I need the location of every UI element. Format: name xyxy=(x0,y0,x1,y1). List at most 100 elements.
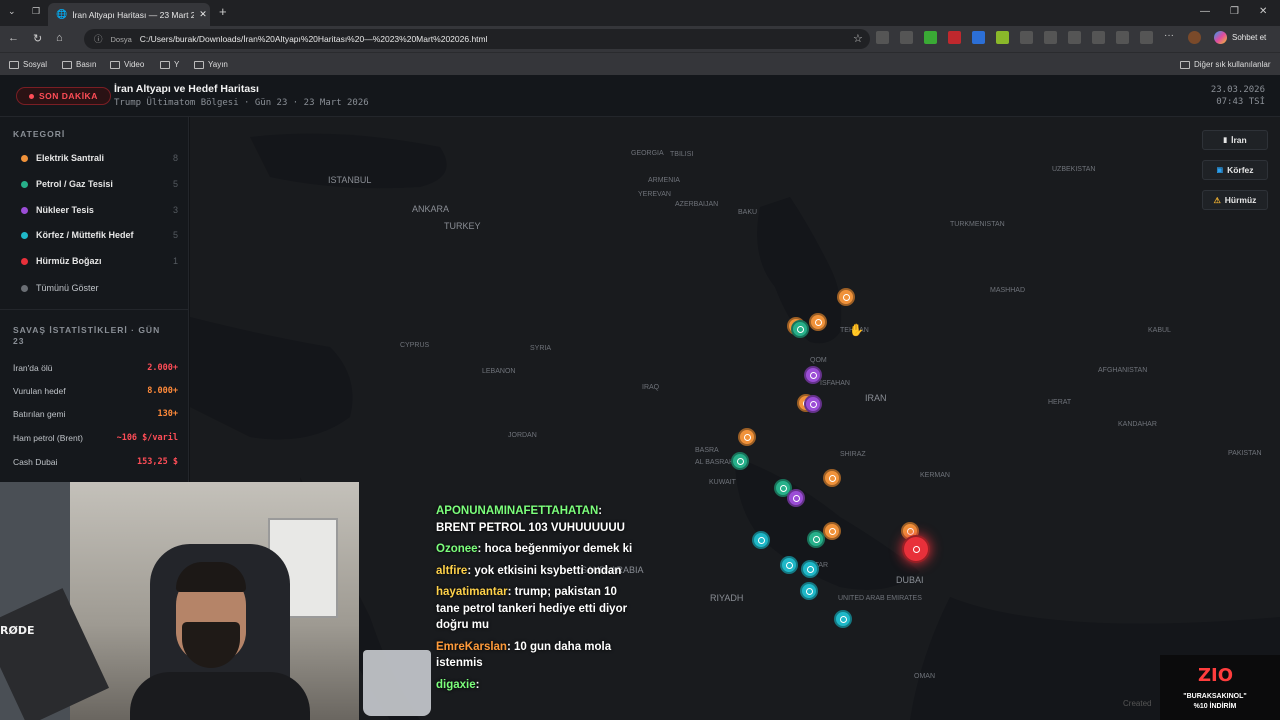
power-plant-marker[interactable] xyxy=(809,313,827,331)
zoom-iran-button[interactable]: ▮ İran xyxy=(1202,130,1268,150)
map-label-qom: QOM xyxy=(810,357,827,364)
power-plant-marker[interactable] xyxy=(823,469,841,487)
category-count: 5 xyxy=(172,230,178,240)
new-tab-icon[interactable]: + xyxy=(219,4,227,19)
extension-icon[interactable] xyxy=(900,31,913,44)
chat-username: digaxie xyxy=(436,678,476,691)
chat-message: Ozonee: hoca beğenmiyor demek ki xyxy=(436,543,633,555)
power-plant-marker[interactable] xyxy=(823,522,841,540)
stat-label: Vurulan hedef xyxy=(13,386,66,396)
nuclear-marker[interactable] xyxy=(804,395,822,413)
category-count: 8 xyxy=(172,153,178,163)
gulf-ally-marker[interactable] xyxy=(800,582,818,600)
extension-icon[interactable] xyxy=(1068,31,1081,44)
category-label: Nükleer Tesis xyxy=(36,205,94,215)
mediterranean-sea xyxy=(190,317,353,440)
gulf-ally-marker[interactable] xyxy=(834,610,852,628)
url-field[interactable]: ⓘ Dosya C:/Users/burak/Downloads/İran%20… xyxy=(84,29,870,49)
map-label-kandahar: KANDAHAR xyxy=(1118,421,1157,428)
folder-icon xyxy=(1180,60,1190,69)
extension-icon[interactable] xyxy=(996,31,1009,44)
category-label: Hürmüz Boğazı xyxy=(36,256,102,266)
bookmarks-bar: Sosyal Basın Video Y Yayın Diğer sık kul… xyxy=(0,52,1280,75)
category-dot-icon xyxy=(21,206,28,214)
address-bar-row: ← ↻ ⌂ ⓘ Dosya C:/Users/burak/Downloads/İ… xyxy=(0,26,1280,52)
favorite-star-icon[interactable]: ☆ xyxy=(853,32,863,45)
stat-value: 2.000+ xyxy=(147,363,178,373)
show-all-button[interactable]: Tümünü Göster xyxy=(13,283,178,293)
map-label-isfahan: ISFAHAN xyxy=(820,380,850,387)
oil-gas-marker[interactable] xyxy=(731,452,749,470)
created-label: Created xyxy=(1123,699,1152,708)
back-icon[interactable]: ← xyxy=(8,32,19,44)
hormuz-marker[interactable] xyxy=(902,535,930,563)
browser-tab[interactable]: 🌐 İran Altyapı Haritası — 23 Mart 2026 ✕ xyxy=(48,3,210,26)
chat-message: digaxie: xyxy=(436,678,480,691)
extension-icon[interactable] xyxy=(972,31,985,44)
nuclear-marker[interactable] xyxy=(787,489,805,507)
zoom-gulf-button[interactable]: ▣ Körfez xyxy=(1202,160,1268,180)
folder-icon xyxy=(110,60,120,69)
chat-username: altfire xyxy=(436,564,468,577)
category-count: 5 xyxy=(172,179,178,189)
map-label-herat: HERAT xyxy=(1048,399,1072,406)
category-count: 1 xyxy=(172,256,178,266)
stat-value: 153,25 $ xyxy=(137,457,178,467)
home-icon[interactable]: ⌂ xyxy=(56,32,63,44)
power-plant-marker[interactable] xyxy=(837,288,855,306)
category-oil-gas[interactable]: Petrol / Gaz Tesisi 5 xyxy=(13,179,178,189)
show-all-label: Tümünü Göster xyxy=(36,283,99,293)
extension-icon[interactable] xyxy=(948,31,961,44)
bookmark-folder[interactable]: Sosyal xyxy=(9,60,47,69)
gulf-ally-marker[interactable] xyxy=(752,531,770,549)
bookmark-folder[interactable]: Video xyxy=(110,60,144,69)
stat-value: 8.000+ xyxy=(147,386,178,396)
bookmark-folder[interactable]: Yayın xyxy=(194,60,228,69)
zoom-hormuz-button[interactable]: ⚠ Hürmüz xyxy=(1202,190,1268,210)
page-title: İran Altyapı ve Hedef Haritası xyxy=(114,83,259,95)
favorites-icon[interactable] xyxy=(1092,31,1105,44)
copilot-label: Sohbet et xyxy=(1232,33,1267,42)
maximize-icon[interactable]: ❐ xyxy=(1230,6,1239,17)
stat-row: İran'da ölü 2.000+ xyxy=(13,363,178,373)
gulf-ally-marker[interactable] xyxy=(780,556,798,574)
more-icon[interactable]: ··· xyxy=(1164,31,1177,44)
stat-label: İran'da ölü xyxy=(13,363,53,373)
close-window-icon[interactable]: ✕ xyxy=(1259,6,1267,17)
extension-icon[interactable] xyxy=(1116,31,1129,44)
bookmark-folder[interactable]: Y xyxy=(160,60,179,69)
copilot-button[interactable]: Sohbet et xyxy=(1214,31,1266,44)
date-time: 23.03.2026 07:43 TSİ xyxy=(1211,84,1265,108)
extension-icon[interactable] xyxy=(1020,31,1033,44)
gulf-ally-marker[interactable] xyxy=(801,560,819,578)
map-label-syria: SYRIA xyxy=(530,345,552,352)
tab-actions-icon[interactable]: ⌄ xyxy=(8,6,16,17)
extension-icon[interactable] xyxy=(1140,31,1153,44)
minimize-icon[interactable]: — xyxy=(1200,6,1210,17)
category-nuclear[interactable]: Nükleer Tesis 3 xyxy=(13,205,178,215)
close-tab-icon[interactable]: ✕ xyxy=(199,9,207,20)
category-gulf-ally[interactable]: Körfez / Müttefik Hedef 5 xyxy=(13,230,178,240)
oil-gas-marker[interactable] xyxy=(791,320,809,338)
stat-value: ~106 $/varil xyxy=(116,433,178,443)
folder-icon xyxy=(9,60,19,69)
profile-avatar[interactable] xyxy=(1188,31,1201,44)
bookmark-folder[interactable]: Basın xyxy=(62,60,96,69)
chat-username: APONUNAMINAFETTAHATAN xyxy=(436,505,599,517)
extension-icon[interactable] xyxy=(876,31,889,44)
zoom-hormuz-label: Hürmüz xyxy=(1224,195,1257,205)
other-bookmarks-folder[interactable]: Diğer sık kullanılanlar xyxy=(1180,60,1270,69)
map-label-iran: IRAN xyxy=(865,393,887,403)
category-power-plant[interactable]: Elektrik Santrali 8 xyxy=(13,153,178,163)
oil-gas-marker[interactable] xyxy=(807,530,825,548)
workspaces-icon[interactable]: ❐ xyxy=(32,6,40,17)
category-label: Körfez / Müttefik Hedef xyxy=(36,230,134,240)
split-screen-icon[interactable] xyxy=(1044,31,1057,44)
category-hormuz[interactable]: Hürmüz Boğazı 1 xyxy=(13,256,178,266)
stats-heading: SAVAŞ İSTATİSTİKLERİ · GÜN 23 xyxy=(13,325,161,346)
power-plant-marker[interactable] xyxy=(738,428,756,446)
map-label-lebanon: LEBANON xyxy=(482,368,516,375)
refresh-icon[interactable]: ↻ xyxy=(33,32,42,45)
nuclear-marker[interactable] xyxy=(804,366,822,384)
extension-icon[interactable] xyxy=(924,31,937,44)
